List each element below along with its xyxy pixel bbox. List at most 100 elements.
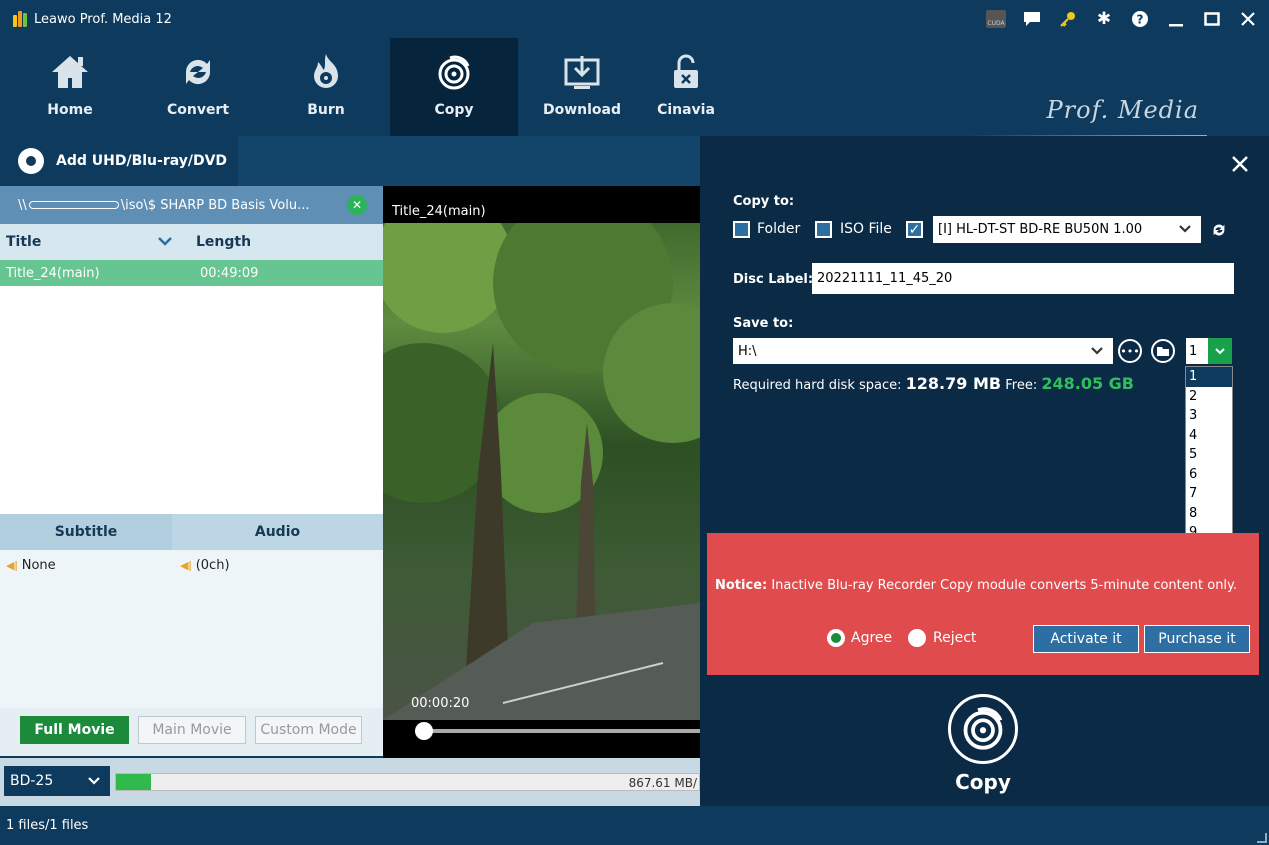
refresh-icon[interactable] <box>1208 219 1230 241</box>
nav-burn[interactable]: Burn <box>262 38 390 136</box>
more-options-icon[interactable]: ••• <box>1118 339 1142 363</box>
disc-label-input[interactable]: 20221111_11_45_20 <box>812 263 1234 294</box>
footer-bar: BD-25 867.61 MB/ <box>0 758 700 806</box>
reject-label: Reject <box>933 630 977 646</box>
agree-label: Agree <box>851 630 893 646</box>
svg-text:?: ? <box>1137 13 1144 27</box>
save-path-select[interactable]: H:\ <box>733 338 1113 364</box>
title-list-header: Title Length <box>0 224 383 260</box>
purchase-button[interactable]: Purchase it <box>1144 625 1250 653</box>
list-item[interactable]: 6 <box>1186 465 1232 485</box>
close-window-icon[interactable] <box>1237 8 1259 30</box>
seek-bar[interactable] <box>423 729 700 733</box>
disk-usage-fill <box>116 774 151 790</box>
copy-disc-icon <box>434 50 474 94</box>
minimize-icon[interactable] <box>1165 8 1187 30</box>
add-disc-button[interactable]: Add UHD/Blu-ray/DVD <box>0 136 238 186</box>
title-bar: Leawo Prof. Media 12 CUDA ✱ ? <box>0 0 1269 38</box>
tracks-header: Subtitle Audio <box>0 514 383 550</box>
feedback-icon[interactable] <box>1021 8 1043 30</box>
nav-cinavia[interactable]: Cinavia <box>646 38 726 136</box>
maximize-icon[interactable] <box>1201 8 1223 30</box>
copy-to-label: Copy to: <box>733 194 795 209</box>
title-list-panel: \\ \iso\$ SHARP BD Basis Volu... ✕ Title… <box>0 186 383 756</box>
register-key-icon[interactable] <box>1057 8 1079 30</box>
remove-source-icon[interactable]: ✕ <box>347 195 367 215</box>
target-drive-select[interactable]: [I] HL-DT-ST BD-RE BU50N 1.00 <box>933 216 1201 243</box>
subtitle-header: Subtitle <box>0 514 172 550</box>
copy-start-button[interactable] <box>948 694 1018 764</box>
burn-icon <box>306 50 346 94</box>
iso-file-label: ISO File <box>840 221 892 237</box>
nav-copy[interactable]: Copy <box>390 38 518 136</box>
speaker-icon: ◀ǀ <box>180 559 192 572</box>
resize-grip-icon[interactable] <box>1257 833 1267 843</box>
speaker-icon: ◀ǀ <box>6 559 18 572</box>
save-to-label: Save to: <box>733 316 794 331</box>
chevron-down-icon <box>1208 338 1232 364</box>
folder-checkbox[interactable] <box>733 221 750 238</box>
nav-home[interactable]: Home <box>6 38 134 136</box>
chevron-down-icon <box>88 774 100 788</box>
custom-mode-button[interactable]: Custom Mode <box>255 716 362 744</box>
full-movie-button[interactable]: Full Movie <box>20 716 129 744</box>
chevron-down-icon <box>1179 223 1191 236</box>
disc-label-label: Disc Label: <box>733 272 814 287</box>
status-bar: 1 files/1 files <box>0 806 1269 845</box>
title-column-header[interactable]: Title <box>0 234 172 250</box>
list-item[interactable]: 4 <box>1186 426 1232 446</box>
copy-settings-dialog: Copy to: Folder ISO File ✓ [I] HL-DT-ST … <box>700 136 1269 806</box>
subtitle-select[interactable]: ◀ǀ None <box>0 558 180 708</box>
list-item[interactable]: 1 <box>1186 367 1232 387</box>
length-column-header[interactable]: Length <box>172 234 251 250</box>
folder-label: Folder <box>757 221 801 237</box>
video-preview: Title_24(main) 00:00:20 <box>383 186 700 758</box>
table-row[interactable]: Title_24(main) 00:49:09 <box>0 260 383 286</box>
list-item[interactable]: 8 <box>1186 504 1232 524</box>
home-icon <box>48 50 92 94</box>
copy-button-label: Copy <box>955 770 1011 794</box>
disk-space-info: Required hard disk space: 128.79 MB Free… <box>733 374 1134 393</box>
redacted-path <box>28 201 119 209</box>
iso-file-checkbox[interactable] <box>815 221 832 238</box>
notice-message: Notice: Inactive Blu-ray Recorder Copy m… <box>715 578 1238 593</box>
reject-radio[interactable] <box>908 629 926 647</box>
copies-select[interactable]: 1 <box>1186 338 1232 364</box>
chevron-down-icon <box>1091 345 1103 358</box>
open-folder-icon[interactable] <box>1151 339 1175 363</box>
nav-download[interactable]: Download <box>518 38 646 136</box>
list-item[interactable]: 2 <box>1186 387 1232 407</box>
video-timecode: 00:00:20 <box>411 696 470 711</box>
close-dialog-icon[interactable] <box>1231 154 1249 179</box>
cuda-icon[interactable]: CUDA <box>985 8 1007 30</box>
chevron-down-icon <box>158 235 172 249</box>
agree-radio[interactable] <box>827 629 845 647</box>
notice-panel: Notice: Inactive Blu-ray Recorder Copy m… <box>707 533 1259 675</box>
settings-gear-icon[interactable]: ✱ <box>1093 8 1115 30</box>
seek-handle[interactable] <box>415 722 433 740</box>
disk-usage-bar: 867.61 MB/ <box>115 773 700 791</box>
video-title: Title_24(main) <box>392 204 486 219</box>
disk-type-select[interactable]: BD-25 <box>4 766 110 796</box>
add-disc-icon <box>18 148 44 174</box>
list-item[interactable]: 5 <box>1186 445 1232 465</box>
video-frame <box>383 223 700 720</box>
nav-convert[interactable]: Convert <box>134 38 262 136</box>
main-nav: Home Convert Burn Copy Download Cinavia … <box>0 38 1269 136</box>
app-logo-icon <box>12 11 28 27</box>
source-path-bar: \\ \iso\$ SHARP BD Basis Volu... ✕ <box>0 186 383 224</box>
help-icon[interactable]: ? <box>1129 8 1151 30</box>
drive-checkbox[interactable]: ✓ <box>906 221 923 238</box>
brand-logo: Prof. Media <box>1046 96 1199 124</box>
disk-usage-text: 867.61 MB/ <box>628 776 697 790</box>
convert-icon <box>178 50 218 94</box>
mode-bar: Full Movie Main Movie Custom Mode <box>0 708 383 756</box>
activate-button[interactable]: Activate it <box>1033 625 1139 653</box>
download-icon <box>562 50 602 94</box>
list-item[interactable]: 3 <box>1186 406 1232 426</box>
main-movie-button[interactable]: Main Movie <box>138 716 246 744</box>
tracks-row: ◀ǀ None ◀ǀ (0ch) <box>0 550 383 708</box>
audio-select[interactable]: ◀ǀ (0ch) <box>180 558 230 708</box>
audio-header: Audio <box>254 524 301 540</box>
list-item[interactable]: 7 <box>1186 484 1232 504</box>
